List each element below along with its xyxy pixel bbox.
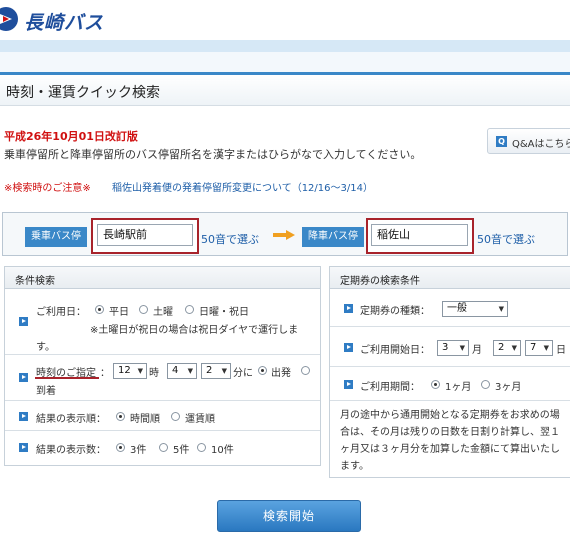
date-holiday-label: 日曜・祝日 bbox=[199, 307, 249, 318]
arrow-right-icon bbox=[273, 230, 295, 240]
date-row: ご利用日： 平日 土曜 日曜・祝日 ※土曜日が祝日の場合は祝日ダイヤで運行しま … bbox=[5, 289, 320, 355]
start-day-ones-select[interactable]: 7 bbox=[525, 340, 553, 356]
to-stop-pick-50-link[interactable]: 50音で選ぶ bbox=[477, 231, 535, 247]
notice-label: ※検索時のご注意※ bbox=[4, 183, 91, 194]
arrival-radio[interactable] bbox=[301, 366, 310, 375]
revision-date: 平成26年10月01日改訂版 bbox=[4, 130, 138, 143]
count-row: 結果の表示数： 3件 5件 10件 bbox=[5, 431, 320, 465]
page-title-bar: 時刻・運賃クイック検索 bbox=[0, 72, 570, 106]
count-label: 結果の表示数： bbox=[36, 445, 106, 456]
from-stop-pick-50-link[interactable]: 50音で選ぶ bbox=[201, 231, 259, 247]
count-3-radio[interactable] bbox=[116, 443, 125, 452]
pass-kind-select[interactable]: 一般 bbox=[442, 301, 508, 317]
date-weekday-radio[interactable] bbox=[95, 305, 104, 314]
commuter-pass-panel: 定期券の検索条件 定期券の種類： 一般 ご利用開始日： 3 月 2 7 日 ご利… bbox=[329, 266, 570, 478]
pass-kind-label: 定期券の種類： bbox=[360, 306, 430, 317]
period-3month-label: 3ヶ月 bbox=[495, 382, 522, 393]
hour-unit: 時 bbox=[149, 368, 159, 379]
date-holiday-radio[interactable] bbox=[185, 305, 194, 314]
departure-label: 出発 bbox=[271, 368, 291, 379]
period-1month-radio[interactable] bbox=[431, 380, 440, 389]
conditions-title: 条件検索 bbox=[15, 276, 55, 287]
header-band bbox=[0, 40, 570, 52]
bus-stop-selector: 乗車バス停 長崎駅前 50音で選ぶ 降車バス停 稲佐山 50音で選ぶ bbox=[2, 212, 568, 256]
period-3month-radio[interactable] bbox=[481, 380, 490, 389]
order-fare-radio[interactable] bbox=[171, 412, 180, 421]
notice-link[interactable]: 稲佐山発着便の発着停留所変更について（12/16～3/14） bbox=[112, 179, 373, 194]
commuter-title: 定期券の検索条件 bbox=[340, 276, 420, 287]
qa-button-label: Q&Aはこちら bbox=[512, 139, 570, 150]
period-1month-label: 1ヶ月 bbox=[445, 382, 472, 393]
count-3-label: 3件 bbox=[130, 445, 147, 456]
logo-text[interactable]: 長崎バス bbox=[24, 8, 104, 35]
count-5-radio[interactable] bbox=[159, 443, 168, 452]
header-band-light bbox=[0, 52, 570, 72]
date-note: ※土曜日が祝日の場合は祝日ダイヤで運行しま bbox=[90, 325, 299, 336]
count-10-label: 10件 bbox=[211, 445, 234, 456]
date-saturday-radio[interactable] bbox=[139, 305, 148, 314]
instruction-text: 乗車停留所と降車停留所のバス停留所名を漢字またはひらがなで入力してください。 bbox=[4, 148, 422, 161]
minute-tens-select[interactable]: 4 bbox=[167, 363, 197, 379]
hour-select[interactable]: 12 bbox=[113, 363, 147, 379]
date-label: ご利用日： bbox=[36, 307, 86, 318]
period-label: ご利用期間： bbox=[360, 382, 420, 393]
arrow-bullet-icon bbox=[19, 317, 28, 326]
qa-button[interactable]: Q Q&Aはこちら bbox=[487, 128, 570, 154]
arrow-bullet-icon bbox=[19, 412, 28, 421]
date-note-cont: す。 bbox=[36, 342, 55, 353]
period-row: ご利用期間： 1ヶ月 3ヶ月 bbox=[330, 367, 570, 401]
order-fare-label: 運賃順 bbox=[185, 414, 215, 425]
arrow-bullet-icon bbox=[344, 304, 353, 313]
time-row: 時刻のご指定 ： 12 時 4 2 分に 出発 到着 bbox=[5, 355, 320, 401]
arrow-bullet-icon bbox=[19, 373, 28, 382]
start-month-select[interactable]: 3 bbox=[437, 340, 469, 356]
minute-ones-select[interactable]: 2 bbox=[201, 363, 231, 379]
arrow-bullet-icon bbox=[344, 380, 353, 389]
departure-radio[interactable] bbox=[258, 366, 267, 375]
start-date-label: ご利用開始日： bbox=[360, 345, 430, 356]
pass-kind-row: 定期券の種類： 一般 bbox=[330, 289, 570, 327]
commuter-note: 月の途中から通用開始となる定期券をお求めの場合は、その月は残りの日数を日割り計算… bbox=[340, 410, 560, 472]
time-label-underline bbox=[35, 377, 99, 379]
to-stop-input[interactable]: 稲佐山 bbox=[371, 224, 468, 246]
start-month-unit: 月 bbox=[472, 345, 482, 356]
conditions-panel-header: 条件検索 bbox=[5, 267, 320, 289]
count-10-radio[interactable] bbox=[197, 443, 206, 452]
to-stop-label: 降車バス停 bbox=[302, 227, 364, 247]
order-time-radio[interactable] bbox=[116, 412, 125, 421]
arrow-bullet-icon bbox=[19, 443, 28, 452]
commuter-panel-header: 定期券の検索条件 bbox=[330, 267, 570, 289]
date-saturday-label: 土曜 bbox=[153, 307, 173, 318]
conditions-panel: 条件検索 ご利用日： 平日 土曜 日曜・祝日 ※土曜日が祝日の場合は祝日ダイヤで… bbox=[4, 266, 321, 466]
logo-icon[interactable] bbox=[0, 7, 18, 31]
time-label-colon: ： bbox=[100, 368, 110, 379]
order-time-label: 時間順 bbox=[130, 414, 160, 425]
header-logo-bar: 長崎バス bbox=[0, 0, 570, 40]
from-stop-label: 乗車バス停 bbox=[25, 227, 87, 247]
from-stop-input[interactable]: 長崎駅前 bbox=[97, 224, 193, 246]
start-day-tens-select[interactable]: 2 bbox=[493, 340, 521, 356]
order-row: 結果の表示順： 時間順 運賃順 bbox=[5, 401, 320, 431]
start-date-row: ご利用開始日： 3 月 2 7 日 bbox=[330, 327, 570, 367]
start-day-unit: 日 bbox=[556, 345, 566, 356]
date-weekday-label: 平日 bbox=[109, 307, 129, 318]
qa-icon: Q bbox=[496, 136, 507, 147]
minute-unit: 分に bbox=[233, 368, 253, 379]
count-5-label: 5件 bbox=[173, 445, 190, 456]
page-title: 時刻・運賃クイック検索 bbox=[6, 85, 160, 101]
arrival-label: 到着 bbox=[36, 386, 56, 397]
search-start-button[interactable]: 検索開始 bbox=[217, 500, 361, 532]
arrow-bullet-icon bbox=[344, 343, 353, 352]
order-label: 結果の表示順： bbox=[36, 414, 106, 425]
